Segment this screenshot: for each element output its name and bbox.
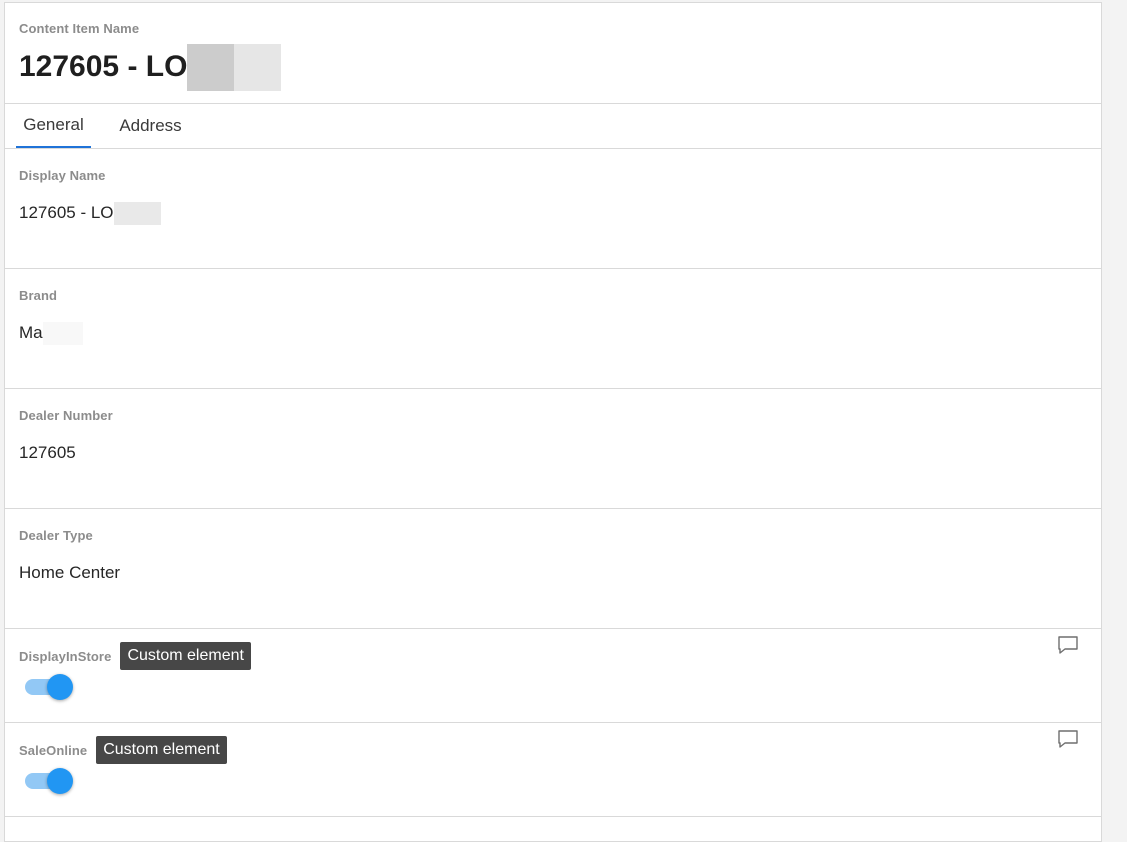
content-item-header: Content Item Name 127605 - LO xyxy=(5,3,1101,104)
dealer-number-value: 127605 xyxy=(19,443,76,462)
sale-online-toggle[interactable] xyxy=(25,768,75,794)
dealer-type-label: Dealer Type xyxy=(19,528,93,543)
brand-value-row: Ma xyxy=(19,320,83,346)
redacted-block xyxy=(42,321,83,345)
page-title: 127605 - LO xyxy=(19,50,188,83)
sale-online-label: SaleOnline xyxy=(19,742,88,758)
field-sale-online: SaleOnline Custom element xyxy=(5,723,1101,817)
content-item-name-label: Content Item Name xyxy=(19,21,140,36)
redacted-block xyxy=(113,201,161,225)
sale-online-label-row: SaleOnline Custom element xyxy=(19,736,227,764)
field-display-in-store: DisplayInStore Custom element xyxy=(5,629,1101,723)
tab-bar: General Address xyxy=(5,104,1101,149)
content-item-panel: Content Item Name 127605 - LO General Ad… xyxy=(4,2,1102,842)
brand-label: Brand xyxy=(19,288,58,303)
tab-address[interactable]: Address xyxy=(113,104,188,148)
tab-general[interactable]: General xyxy=(16,104,91,148)
display-name-label: Display Name xyxy=(19,168,106,183)
toggle-thumb xyxy=(47,674,73,700)
redacted-block xyxy=(187,43,235,91)
dealer-number-label: Dealer Number xyxy=(19,408,113,423)
display-name-value: 127605 - LO xyxy=(19,203,114,222)
toggle-thumb xyxy=(47,768,73,794)
brand-value: Ma xyxy=(19,323,43,342)
field-dealer-number: Dealer Number 127605 xyxy=(5,389,1101,509)
comment-icon[interactable] xyxy=(1057,729,1079,751)
comment-icon[interactable] xyxy=(1057,635,1079,657)
page-title-row: 127605 - LO xyxy=(19,43,282,91)
field-dealer-type: Dealer Type Home Center xyxy=(5,509,1101,629)
field-display-name: Display Name 127605 - LO xyxy=(5,149,1101,269)
display-in-store-label-row: DisplayInStore Custom element xyxy=(19,642,251,670)
redacted-block xyxy=(234,43,282,91)
field-brand: Brand Ma xyxy=(5,269,1101,389)
custom-element-tooltip: Custom element xyxy=(96,736,227,764)
dealer-type-value: Home Center xyxy=(19,563,121,582)
display-name-value-row: 127605 - LO xyxy=(19,200,161,226)
custom-element-tooltip: Custom element xyxy=(120,642,251,670)
display-in-store-label: DisplayInStore xyxy=(19,648,112,664)
display-in-store-toggle[interactable] xyxy=(25,674,75,700)
